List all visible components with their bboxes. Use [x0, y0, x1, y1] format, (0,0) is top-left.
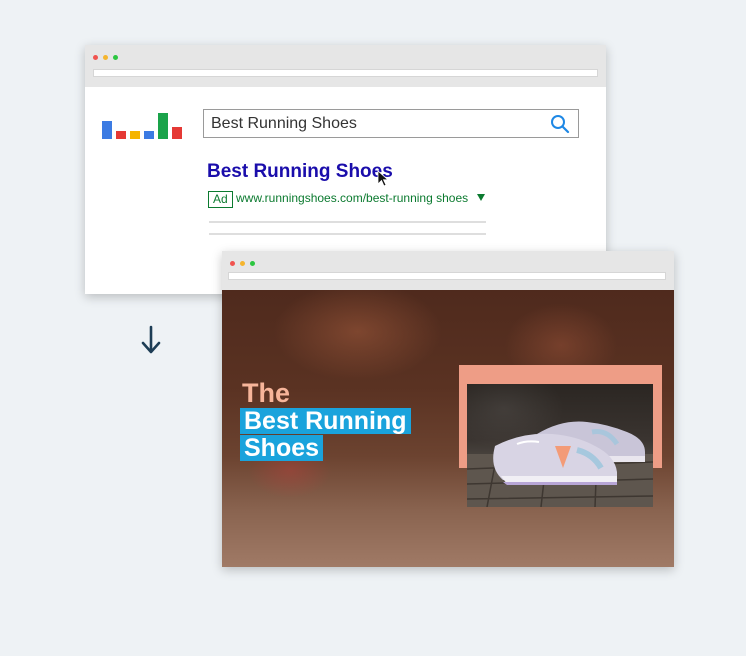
search-input[interactable]: Best Running Shoes: [203, 109, 579, 138]
running-shoe-photo: [467, 384, 653, 507]
logo-bar: [158, 113, 168, 139]
search-query: Best Running Shoes: [211, 115, 357, 132]
running-shoe-illustration: [467, 421, 653, 507]
maximize-dot[interactable]: [250, 261, 255, 266]
placeholder-line: [209, 233, 486, 235]
minimize-dot[interactable]: [240, 261, 245, 266]
address-bar[interactable]: [228, 272, 666, 280]
placeholder-line: [209, 221, 486, 223]
close-dot[interactable]: [230, 261, 235, 266]
search-engine-logo[interactable]: [102, 109, 186, 139]
caret-down-icon[interactable]: [477, 194, 485, 201]
minimize-dot[interactable]: [103, 55, 108, 60]
logo-bar: [130, 131, 140, 139]
logo-bar: [172, 127, 182, 139]
arrow-down-icon: [141, 325, 161, 354]
hero-heading-the: The: [242, 378, 291, 408]
logo-bar: [116, 131, 126, 139]
result-title-link[interactable]: Best Running Shoes: [207, 161, 393, 183]
browser-chrome: [222, 251, 674, 290]
browser-chrome: [85, 45, 606, 87]
logo-bar: [102, 121, 112, 139]
close-dot[interactable]: [93, 55, 98, 60]
hero-heading-best-running: Best Running: [240, 408, 411, 434]
address-bar[interactable]: [93, 69, 598, 77]
landing-browser-window: The Best Running Shoes: [222, 251, 674, 567]
hero-heading-shoes: Shoes: [240, 435, 324, 461]
logo-bar: [144, 131, 154, 139]
ad-badge: Ad: [208, 191, 233, 208]
result-url[interactable]: www.runningshoes.com/best-running shoes: [236, 191, 468, 205]
hero-banner: The Best Running Shoes: [222, 290, 674, 567]
maximize-dot[interactable]: [113, 55, 118, 60]
mouse-cursor-icon: [377, 170, 390, 187]
search-icon[interactable]: [550, 114, 570, 134]
